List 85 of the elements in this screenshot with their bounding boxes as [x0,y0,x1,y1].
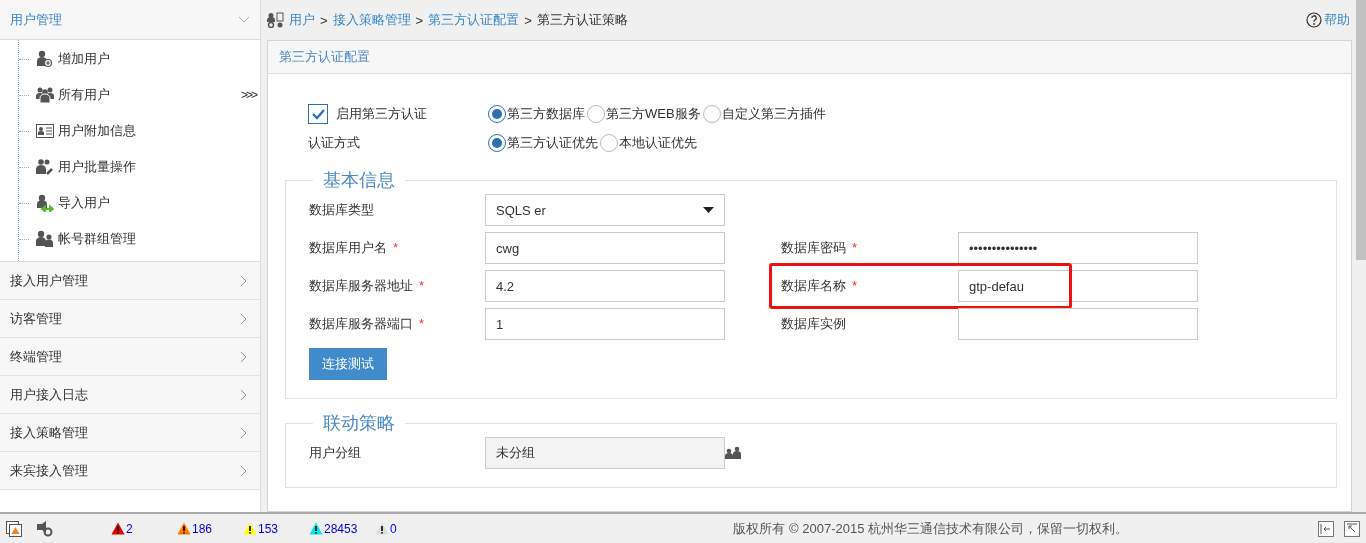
sidebar-group[interactable]: 用户管理 [0,0,260,40]
help-icon [1306,12,1322,28]
check-icon [310,107,326,121]
password-field[interactable]: ••••••••••••••• [958,232,1198,264]
breadcrumb-link[interactable]: 用户 [289,11,315,29]
sidebar-item[interactable]: 帐号群组管理 [0,221,260,257]
alarm-count[interactable]: 0 [375,521,441,536]
collapse-left-icon[interactable] [1318,520,1334,537]
field-label: 数据库名称 [781,278,846,293]
warning-icon [375,522,389,535]
radio-label: 本地认证优先 [619,134,697,152]
person-transfer-icon [36,194,54,212]
people-icon [36,86,54,104]
warning-icon [243,522,257,535]
input-field[interactable]: gtp-defau [958,270,1198,302]
field-label: 数据库类型 [309,202,374,217]
radio-label: 第三方数据库 [507,105,585,123]
alarm-count[interactable]: 186 [177,521,243,536]
field-label: 数据库实例 [781,316,846,331]
people-wrench-icon [36,158,54,176]
radio-label: 自定义第三方插件 [721,105,826,123]
radio-button[interactable] [702,105,721,123]
breadcrumb-separator: > [415,12,424,28]
field-label: 用户分组 [309,445,361,460]
required-mark: * [393,240,399,255]
checkbox-label: 启用第三方认证 [336,105,427,123]
field-label: 数据库用户名 [309,240,387,255]
radio-button[interactable] [488,105,506,123]
copyright-text: 版权所有 © 2007-2015 杭州华三通信技术有限公司，保留一切权利。 [733,519,1128,538]
radio-label: 第三方WEB服务 [606,105,701,123]
dropdown[interactable]: SQLS er [485,194,725,226]
sidebar-group[interactable]: 来宾接入管理 [0,452,260,490]
sidebar-group[interactable]: 终端管理 [0,338,260,376]
alarm-count[interactable]: 153 [243,521,309,536]
breadcrumb-separator: > [320,12,328,28]
section-title: 联动策略 [322,413,396,433]
alarm-count[interactable]: 2 [111,521,177,536]
breadcrumb-link[interactable]: 第三方认证配置 [428,11,520,29]
field-label: 数据库服务器地址 [309,278,413,293]
input-field[interactable]: 4.2 [485,270,725,302]
breadcrumb-separator: > [524,12,532,28]
input-field[interactable] [958,308,1198,340]
radio-button[interactable] [587,105,605,123]
sidebar-group[interactable]: 用户接入日志 [0,376,260,414]
required-mark: * [419,316,425,331]
section-title: 基本信息 [322,170,396,190]
sidebar-item[interactable]: 用户批量操作 [0,149,260,185]
speaker-gear-icon[interactable] [36,520,53,537]
radio-button[interactable] [488,134,506,152]
expand-icon[interactable] [1344,520,1360,537]
warning-icon [177,522,191,535]
radio-label: 第三方认证优先 [507,134,598,152]
people-icon [36,230,54,248]
person-add-icon [36,50,54,68]
radio-button[interactable] [600,134,618,152]
alarm-count[interactable]: 28453 [309,521,375,536]
breadcrumb-current: 第三方认证策略 [536,11,628,29]
dropdown-arrow-icon [703,207,714,213]
sidebar-item[interactable]: 所有用户 >>> [0,77,260,113]
field-label: 认证方式 [308,134,361,152]
expand-indicator: >>> [240,88,256,102]
id-card-icon [36,122,54,140]
required-mark: * [852,278,858,293]
help-link[interactable]: 帮助 [1306,11,1350,29]
sidebar-group[interactable]: 接入用户管理 [0,262,260,300]
input-field[interactable]: 1 [485,308,725,340]
required-mark: * [852,240,858,255]
warning-icon [309,522,323,535]
checkbox[interactable] [308,104,328,124]
sidebar-item[interactable]: 用户附加信息 [0,113,260,149]
connection-test-button[interactable]: 连接测试 [309,348,387,380]
alarm-window-icon[interactable] [6,520,22,537]
field-label: 数据库密码 [781,240,846,255]
field-label: 数据库服务器端口 [309,316,413,331]
input-field[interactable]: cwg [485,232,725,264]
panel-title: 第三方认证配置 [268,41,1351,74]
breadcrumb-link[interactable]: 接入策略管理 [332,11,411,29]
sidebar-group[interactable]: 访客管理 [0,300,260,338]
people-icon [725,446,741,460]
sidebar-item[interactable]: 导入用户 [0,185,260,221]
user-settings-icon [267,12,284,28]
required-mark: * [419,278,425,293]
sidebar-group[interactable]: 接入策略管理 [0,414,260,452]
warning-icon [111,522,125,535]
sidebar-item[interactable]: 增加用户 [0,41,260,77]
